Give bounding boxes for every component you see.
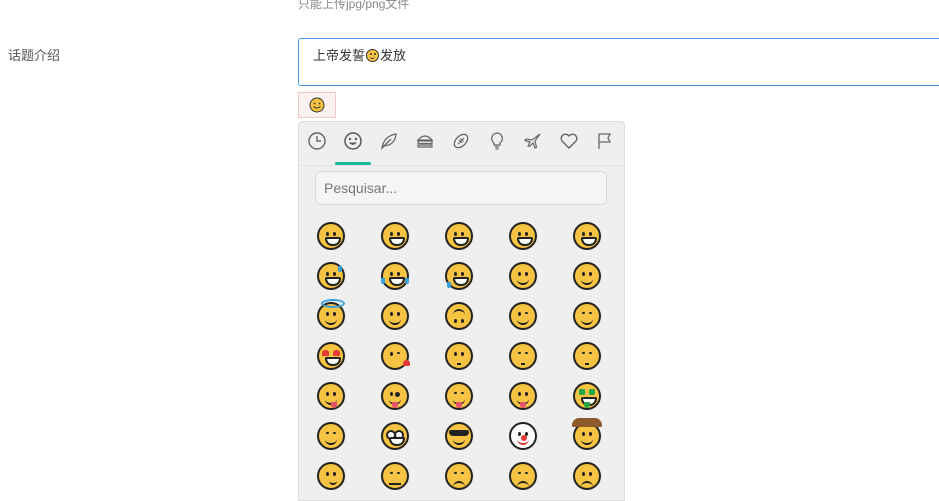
kissing-smiling-eyes-face-icon[interactable]	[509, 342, 537, 370]
category-activity-icon[interactable]	[448, 128, 474, 154]
kissing-heart-face-icon[interactable]	[381, 342, 410, 370]
heart-eyes-face-icon[interactable]	[317, 342, 345, 370]
topic-intro-label: 话题介绍	[8, 48, 61, 63]
money-mouth-face-icon[interactable]	[573, 382, 601, 410]
active-category-indicator	[335, 162, 371, 165]
nerd-face-icon[interactable]	[381, 422, 409, 450]
smirk-face-icon[interactable]	[317, 462, 345, 490]
smile-face-icon[interactable]	[445, 222, 473, 250]
hugging-face-icon[interactable]	[317, 422, 345, 450]
emoji-picker	[298, 121, 625, 501]
slight-smile-face-icon[interactable]	[381, 302, 409, 330]
grinning-emoji-icon	[366, 49, 380, 62]
category-smileys-icon[interactable]	[340, 128, 366, 154]
relieved-face-icon[interactable]	[509, 262, 537, 290]
category-flags-icon[interactable]	[592, 128, 618, 154]
clown-face-icon[interactable]	[509, 422, 537, 450]
cowboy-face-icon[interactable]	[572, 418, 602, 450]
category-objects-icon[interactable]	[484, 128, 510, 154]
grinning-face-icon[interactable]	[317, 222, 345, 250]
winking-tongue-face-icon[interactable]	[381, 382, 409, 410]
tears-of-joy-face-icon[interactable]	[381, 262, 409, 290]
category-food-icon[interactable]	[412, 128, 438, 154]
upload-hint: 只能上传jpg/png文件	[298, 0, 410, 11]
blush-face-icon[interactable]	[573, 302, 601, 330]
beaming-face-icon[interactable]	[509, 222, 537, 250]
tongue-face-icon[interactable]	[509, 382, 537, 410]
smiling-eyes-face-icon[interactable]	[573, 262, 601, 290]
pensive-face-icon[interactable]	[509, 462, 537, 490]
emoji-picker-toggle-button[interactable]	[298, 92, 336, 118]
unamused-face-icon[interactable]	[381, 462, 409, 490]
disappointed-face-icon[interactable]	[445, 462, 473, 490]
squinting-face-icon[interactable]	[573, 222, 601, 250]
squinting-tongue-face-icon[interactable]	[445, 382, 473, 410]
topic-intro-text-after: 发放	[380, 48, 407, 63]
emoji-search-input[interactable]	[315, 171, 607, 205]
category-travel-icon[interactable]	[520, 128, 546, 154]
smile-icon	[309, 97, 325, 113]
rofl-face-icon[interactable]	[445, 262, 473, 290]
category-symbols-icon[interactable]	[556, 128, 582, 154]
yum-face-icon[interactable]	[317, 382, 345, 410]
smiley-face-icon[interactable]	[381, 222, 409, 250]
sweat-smile-face-icon[interactable]	[317, 262, 345, 290]
sunglasses-face-icon[interactable]	[445, 422, 473, 450]
topic-intro-textarea[interactable]: 上帝发誓 发放	[298, 38, 939, 86]
kissing-closed-eyes-face-icon[interactable]	[573, 342, 601, 370]
wink-face-icon[interactable]	[509, 302, 537, 330]
topic-intro-text-before: 上帝发誓	[313, 48, 366, 63]
upside-down-face-icon[interactable]	[445, 302, 473, 330]
category-nature-icon[interactable]	[376, 128, 402, 154]
category-recent-icon[interactable]	[304, 128, 330, 154]
worried-face-icon[interactable]	[573, 462, 601, 490]
halo-face-icon[interactable]	[317, 299, 345, 330]
emoji-category-bar	[299, 122, 624, 166]
kissing-face-icon[interactable]	[445, 342, 473, 370]
